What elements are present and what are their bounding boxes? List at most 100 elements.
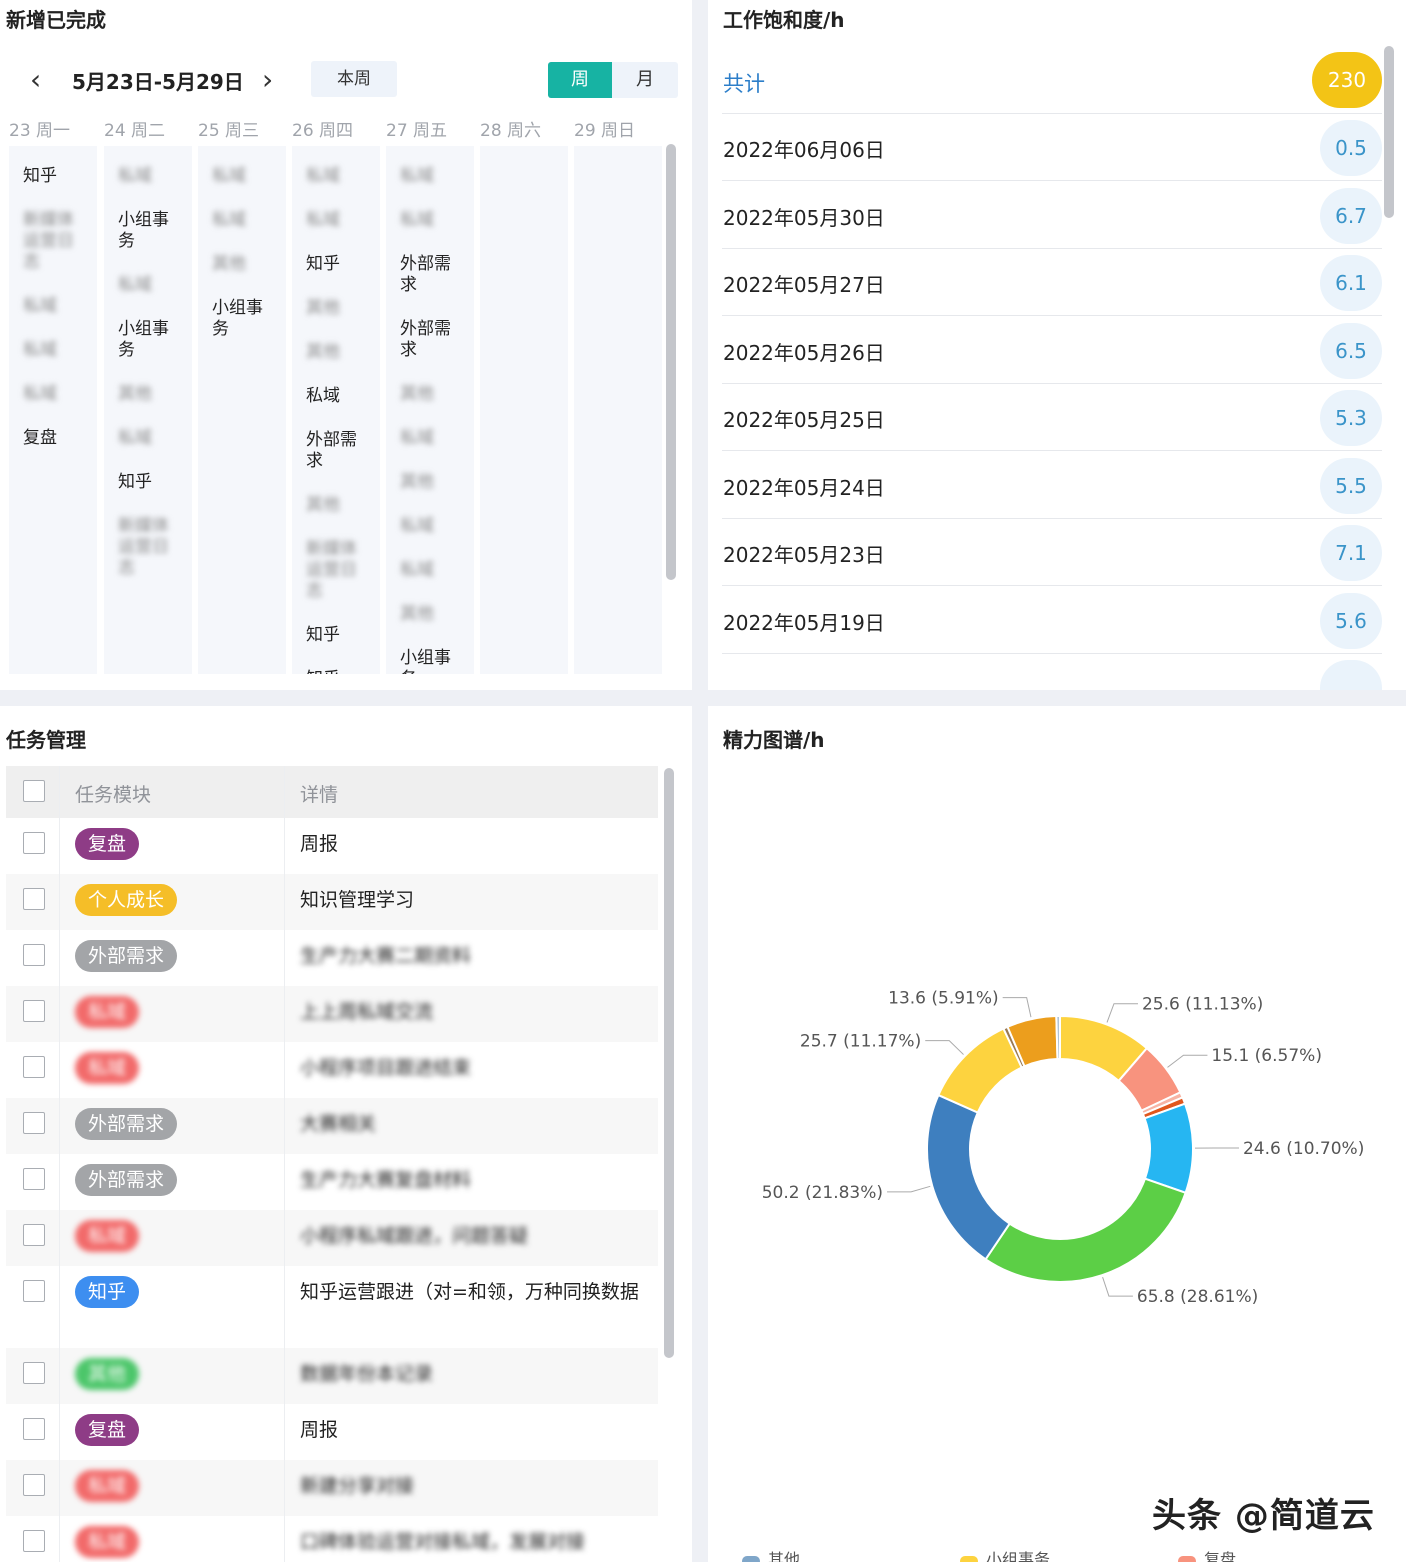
calendar-event[interactable]: 私域 bbox=[306, 210, 368, 231]
table-row[interactable]: 私域 小程序项目跟进结束 bbox=[6, 1042, 658, 1099]
column-header-detail[interactable]: 详情 bbox=[300, 780, 338, 807]
calendar-event[interactable]: 外部需求 bbox=[306, 430, 368, 472]
task-detail: 生产力大赛二期资料 bbox=[300, 945, 472, 967]
divider bbox=[284, 818, 285, 874]
donut-slice[interactable] bbox=[984, 1177, 1187, 1283]
row-checkbox[interactable] bbox=[23, 888, 45, 910]
row-checkbox[interactable] bbox=[23, 1418, 45, 1440]
table-row[interactable]: 私域 小程序私域跟进，问题答疑 bbox=[6, 1210, 658, 1267]
calendar-event[interactable]: 知乎 bbox=[23, 166, 85, 187]
calendar-event[interactable]: 私域 bbox=[23, 340, 85, 361]
table-row[interactable]: 复盘 周报 bbox=[6, 818, 658, 875]
divider bbox=[284, 1154, 285, 1210]
calendar-event[interactable]: 私域 bbox=[23, 384, 85, 405]
view-week-button[interactable]: 周 bbox=[548, 62, 612, 98]
legend-item[interactable]: 小组事务 bbox=[960, 1546, 1050, 1562]
donut-slice[interactable] bbox=[926, 1093, 1012, 1261]
day-column[interactable] bbox=[574, 146, 662, 674]
calendar-event[interactable]: 新媒体运营日志 bbox=[306, 539, 368, 602]
saturation-scrollbar[interactable] bbox=[1384, 46, 1394, 218]
calendar-event[interactable]: 私域 bbox=[306, 386, 368, 407]
table-row[interactable]: 私域 新建分享对接 bbox=[6, 1460, 658, 1517]
column-header-module[interactable]: 任务模块 bbox=[75, 780, 151, 807]
calendar-event[interactable]: 私域 bbox=[118, 275, 180, 296]
task-panel: 任务管理 任务模块 详情 复盘 周报 个人成长 知识管理学习 外部需求 生产力大赛二期资料… bbox=[0, 706, 692, 1562]
view-month-button[interactable]: 月 bbox=[612, 62, 678, 98]
row-checkbox[interactable] bbox=[23, 944, 45, 966]
donut-slice[interactable] bbox=[1055, 1014, 1061, 1061]
table-row[interactable]: 私域 上上周私域交流 bbox=[6, 986, 658, 1043]
calendar-event[interactable]: 私域 bbox=[400, 516, 462, 537]
row-checkbox[interactable] bbox=[23, 1000, 45, 1022]
calendar-event[interactable]: 私域 bbox=[212, 210, 274, 231]
calendar-event[interactable]: 外部需求 bbox=[400, 319, 462, 361]
calendar-event[interactable]: 知乎 bbox=[118, 472, 180, 493]
table-row[interactable]: 其他 数据年份本记录 bbox=[6, 1348, 658, 1405]
day-column[interactable]: 私域私域知乎其他其他私域外部需求其他新媒体运营日志知乎知乎 bbox=[292, 146, 380, 674]
calendar-event[interactable]: 其他 bbox=[306, 342, 368, 363]
calendar-event[interactable]: 外部需求 bbox=[400, 254, 462, 296]
row-checkbox[interactable] bbox=[23, 1280, 45, 1302]
row-checkbox[interactable] bbox=[23, 1112, 45, 1134]
table-row[interactable]: 个人成长 知识管理学习 bbox=[6, 874, 658, 931]
calendar-event[interactable]: 小组事务 bbox=[118, 210, 180, 252]
donut-slice[interactable] bbox=[1143, 1102, 1194, 1195]
calendar-event[interactable]: 私域 bbox=[212, 166, 274, 187]
divider bbox=[284, 1042, 285, 1098]
calendar-event[interactable]: 私域 bbox=[400, 428, 462, 449]
calendar-event[interactable]: 私域 bbox=[23, 296, 85, 317]
table-row[interactable]: 外部需求 生产力大赛二期资料 bbox=[6, 930, 658, 987]
day-column[interactable]: 知乎 新媒体运营日志 私域 私域 私域 复盘 bbox=[9, 146, 97, 674]
slice-label: 25.7 (11.17%) bbox=[800, 1032, 921, 1052]
select-all-checkbox[interactable] bbox=[23, 780, 45, 802]
energy-donut-chart: 25.6 (11.13%) 15.1 (6.57%) 24.6 (10.70%) 65… bbox=[762, 989, 1365, 1307]
calendar-event[interactable]: 其他 bbox=[306, 298, 368, 319]
chevron-left-icon[interactable]: ‹ bbox=[30, 60, 41, 100]
table-row[interactable]: 复盘 周报 bbox=[6, 1404, 658, 1461]
calendar-event[interactable]: 新媒体运营日志 bbox=[118, 516, 180, 579]
calendar-event[interactable]: 小组事务 bbox=[212, 298, 274, 340]
row-checkbox[interactable] bbox=[23, 1474, 45, 1496]
row-checkbox[interactable] bbox=[23, 1056, 45, 1078]
calendar-event[interactable]: 小组事务 bbox=[400, 648, 462, 674]
divider bbox=[722, 180, 1382, 181]
calendar-event[interactable]: 知乎 bbox=[306, 625, 368, 646]
calendar-event[interactable]: 私域 bbox=[400, 210, 462, 231]
calendar-event[interactable]: 私域 bbox=[400, 560, 462, 581]
calendar-event[interactable]: 其他 bbox=[118, 384, 180, 405]
saturation-date: 2022年05月24日 bbox=[723, 475, 885, 500]
row-checkbox[interactable] bbox=[23, 1362, 45, 1384]
day-column[interactable]: 私域 私域 其他 小组事务 bbox=[198, 146, 286, 674]
row-checkbox[interactable] bbox=[23, 832, 45, 854]
calendar-event[interactable]: 知乎 bbox=[306, 254, 368, 275]
legend-item[interactable]: 其他 bbox=[742, 1546, 800, 1562]
table-row[interactable]: 知乎 知乎运营跟进（对=和领，万种同换数据 bbox=[6, 1266, 658, 1349]
task-table-scrollbar[interactable] bbox=[664, 768, 674, 1358]
calendar-event[interactable]: 私域 bbox=[306, 166, 368, 187]
calendar-event[interactable]: 其他 bbox=[306, 495, 368, 516]
calendar-event[interactable]: 其他 bbox=[400, 472, 462, 493]
this-week-button[interactable]: 本周 bbox=[311, 61, 397, 97]
calendar-event[interactable]: 其他 bbox=[400, 604, 462, 625]
table-row[interactable]: 私域 口碑体验运营对接私域，发展对接 bbox=[6, 1516, 658, 1562]
calendar-event[interactable]: 私域 bbox=[118, 166, 180, 187]
legend-item[interactable]: 复盘 bbox=[1178, 1546, 1236, 1562]
calendar-event[interactable]: 知乎 bbox=[306, 669, 368, 674]
calendar-event[interactable]: 其他 bbox=[212, 254, 274, 275]
calendar-event[interactable]: 其他 bbox=[400, 384, 462, 405]
day-column[interactable]: 私域 小组事务 私域 小组事务 其他 私域 知乎 新媒体运营日志 bbox=[104, 146, 192, 674]
calendar-event[interactable]: 小组事务 bbox=[118, 319, 180, 361]
calendar-scrollbar[interactable] bbox=[666, 144, 676, 580]
row-checkbox[interactable] bbox=[23, 1224, 45, 1246]
day-column[interactable] bbox=[480, 146, 568, 674]
table-row[interactable]: 外部需求 大赛相关 bbox=[6, 1098, 658, 1155]
chevron-right-icon[interactable]: › bbox=[262, 60, 273, 100]
calendar-event[interactable]: 私域 bbox=[400, 166, 462, 187]
table-row[interactable]: 外部需求 生产力大赛复盘材料 bbox=[6, 1154, 658, 1211]
row-checkbox[interactable] bbox=[23, 1530, 45, 1552]
calendar-event[interactable]: 复盘 bbox=[23, 428, 85, 449]
calendar-event[interactable]: 私域 bbox=[118, 428, 180, 449]
row-checkbox[interactable] bbox=[23, 1168, 45, 1190]
calendar-event[interactable]: 新媒体运营日志 bbox=[23, 210, 85, 273]
day-column[interactable]: 私域私域外部需求外部需求其他私域其他私域私域其他小组事务 bbox=[386, 146, 474, 674]
